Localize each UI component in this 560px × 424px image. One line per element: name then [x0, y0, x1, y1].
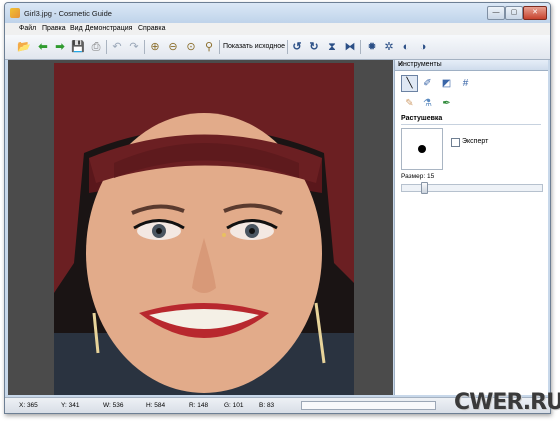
- toolbar-separator: [144, 40, 145, 54]
- window-title: Girl3.jpg - Cosmetic Guide: [24, 9, 112, 18]
- expert-label: Эксперт: [462, 138, 489, 145]
- saturation-icon[interactable]: ◐: [399, 40, 413, 54]
- dropper-tool-icon[interactable]: ✐: [419, 75, 436, 92]
- photo: [54, 63, 354, 395]
- brush-tool-icon[interactable]: ╲: [401, 75, 418, 92]
- status-w: W: 536: [103, 402, 124, 409]
- flip-horizontal-icon[interactable]: ⧓: [343, 40, 357, 54]
- brush-preview: [401, 128, 443, 170]
- menu-help[interactable]: Справка: [138, 25, 165, 32]
- toolbar-separator: [219, 40, 220, 54]
- tools-panel: Инструменты × ╲ ✐ ◩ # ✎ ⚗ ✒ Растушевка Э…: [394, 60, 548, 395]
- grid-tool-icon[interactable]: #: [457, 75, 474, 92]
- zoom-actual-icon[interactable]: ⚲: [202, 40, 216, 54]
- size-slider-thumb[interactable]: [421, 182, 428, 194]
- redo-icon[interactable]: ↷: [127, 40, 141, 54]
- open-icon[interactable]: 📂: [17, 40, 31, 54]
- feather-section-title: Растушевка: [401, 115, 443, 122]
- status-b: B: 83: [259, 402, 275, 409]
- contrast-icon[interactable]: ✲: [382, 40, 396, 54]
- save-icon[interactable]: 💾: [71, 40, 85, 54]
- pen-tool-icon[interactable]: ✒: [438, 95, 455, 112]
- progress-bar: [301, 401, 436, 410]
- toolbar-separator: [287, 40, 288, 54]
- title-bar: Girl3.jpg - Cosmetic Guide — ▢ ✕: [5, 3, 550, 23]
- menu-view[interactable]: Вид: [70, 25, 83, 32]
- undo-icon[interactable]: ↶: [110, 40, 124, 54]
- back-icon[interactable]: ⬅: [36, 40, 50, 54]
- print-icon[interactable]: ⎙: [89, 40, 103, 54]
- brightness-icon[interactable]: ✹: [365, 40, 379, 54]
- status-g: G: 101: [224, 402, 244, 409]
- status-h: H: 584: [146, 402, 166, 409]
- toolbar: 📂 ⬅ ➡ 💾 ⎙ ↶ ↷ ⊕ ⊖ ⊙ ⚲ Показать исходное …: [5, 35, 550, 60]
- close-button[interactable]: ✕: [523, 6, 547, 20]
- bottle-tool-icon[interactable]: ⚗: [419, 95, 436, 112]
- zoom-out-icon[interactable]: ⊖: [166, 40, 180, 54]
- menu-bar: Файл Правка Вид Демонстрация Справка: [5, 23, 550, 35]
- rotate-right-icon[interactable]: ↻: [307, 40, 321, 54]
- size-slider[interactable]: [401, 182, 543, 194]
- portrait-image: [54, 63, 354, 395]
- section-divider: [401, 124, 541, 125]
- app-icon: [10, 8, 20, 18]
- menu-edit[interactable]: Правка: [42, 25, 66, 32]
- rotate-left-icon[interactable]: ↺: [290, 40, 304, 54]
- crop-tool-icon[interactable]: ◩: [438, 75, 455, 92]
- brush-dot: [418, 145, 426, 153]
- status-y: Y: 341: [61, 402, 80, 409]
- maximize-button[interactable]: ▢: [505, 6, 523, 20]
- expert-checkbox[interactable]: [451, 138, 460, 147]
- size-label: Размер: 15: [401, 173, 435, 180]
- toolbar-separator: [360, 40, 361, 54]
- menu-demo[interactable]: Демонстрация: [85, 25, 132, 32]
- eraser-tool-icon[interactable]: ✎: [401, 95, 418, 112]
- flip-vertical-icon[interactable]: ⧗: [325, 40, 339, 54]
- watermark-text: CWER.RU: [454, 390, 560, 415]
- panel-close-icon[interactable]: ×: [398, 60, 544, 69]
- show-original-button[interactable]: Показать исходное: [223, 43, 285, 50]
- forward-icon[interactable]: ➡: [53, 40, 67, 54]
- color-icon[interactable]: ◑: [416, 40, 430, 54]
- app-window: Girl3.jpg - Cosmetic Guide — ▢ ✕ Файл Пр…: [4, 2, 551, 414]
- status-r: R: 148: [189, 402, 209, 409]
- minimize-button[interactable]: —: [487, 6, 505, 20]
- zoom-fit-icon[interactable]: ⊙: [184, 40, 198, 54]
- menu-file[interactable]: Файл: [19, 25, 36, 32]
- status-x: X: 365: [19, 402, 38, 409]
- toolbar-separator: [106, 40, 107, 54]
- image-canvas[interactable]: [8, 60, 393, 395]
- zoom-in-icon[interactable]: ⊕: [148, 40, 162, 54]
- panel-header: Инструменты ×: [395, 60, 548, 71]
- watermark: CWER.RU: [432, 380, 560, 420]
